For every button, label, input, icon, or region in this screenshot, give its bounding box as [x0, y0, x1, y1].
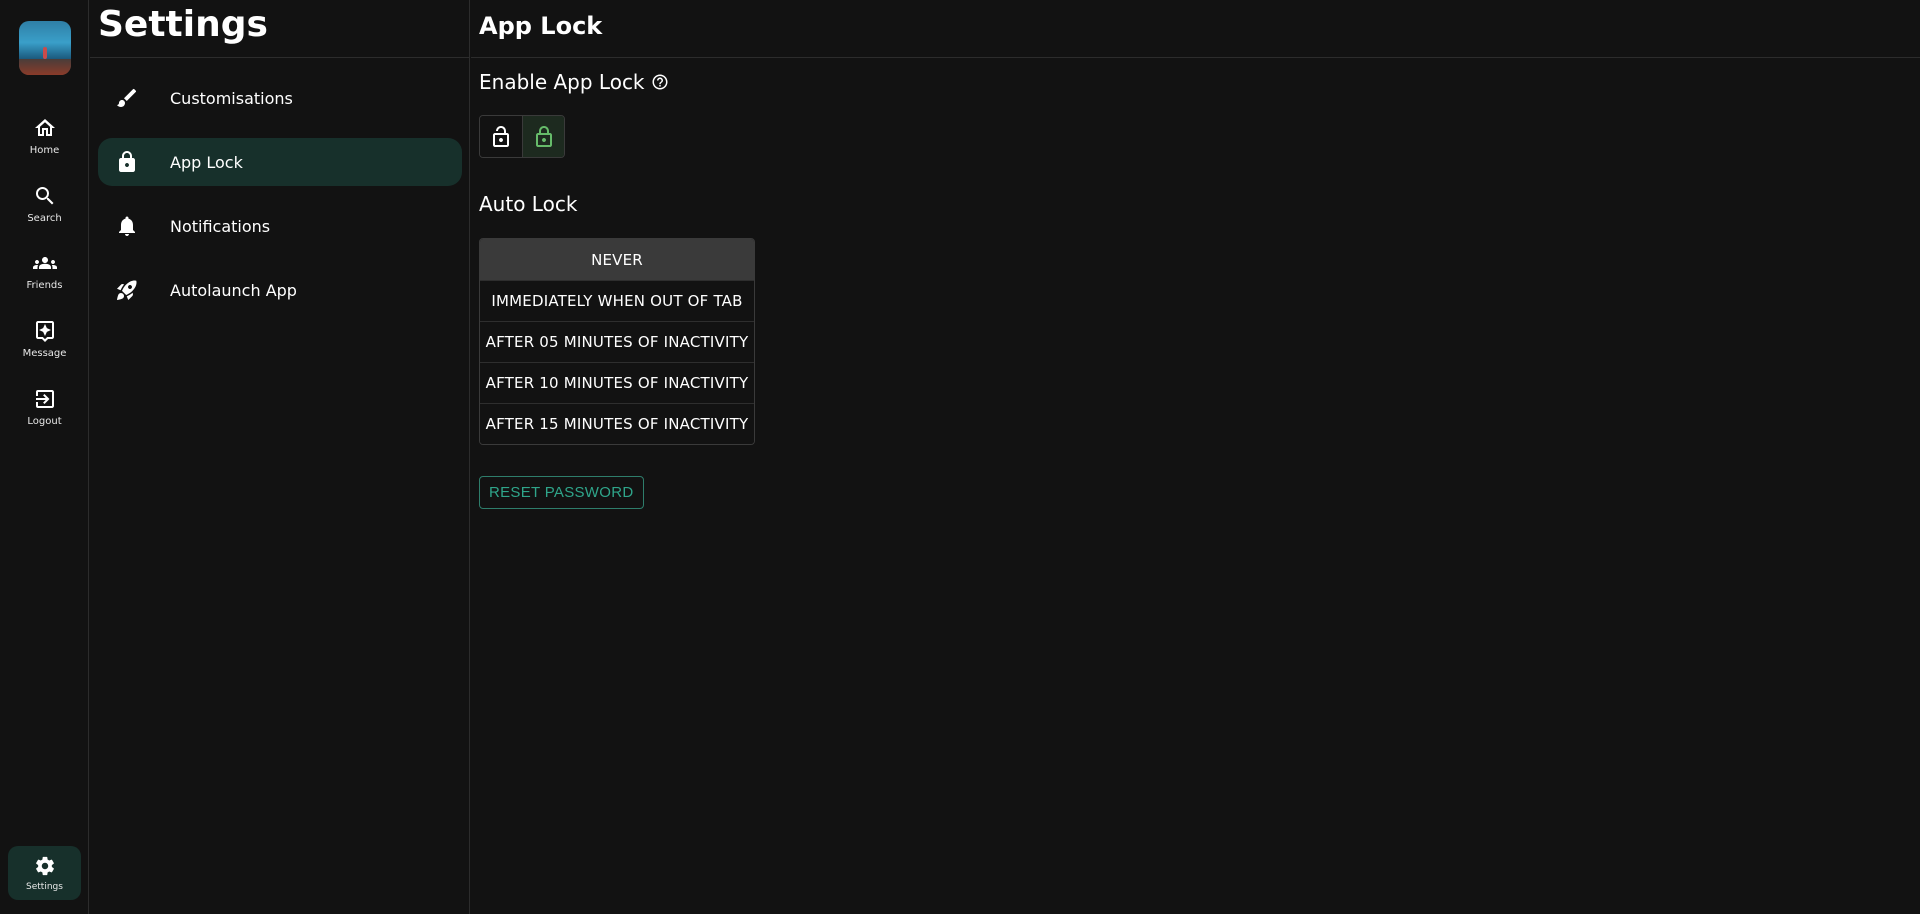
rail-item-logout[interactable]: Logout	[8, 377, 81, 437]
rail-label-search: Search	[27, 213, 62, 224]
rail-label-logout: Logout	[27, 416, 62, 427]
nav-rail: Home Search Friends Message Logout Setti…	[0, 0, 89, 914]
rail-item-home[interactable]: Home	[8, 106, 81, 166]
brush-icon	[98, 86, 156, 110]
enable-app-lock-heading: Enable App Lock	[479, 70, 669, 94]
unlock-toggle-button[interactable]	[480, 116, 522, 157]
menu-item-customisations[interactable]: Customisations	[98, 74, 462, 122]
rocket-icon	[98, 278, 156, 302]
auto-lock-option-10-minutes[interactable]: AFTER 10 MINUTES OF INACTIVITY	[480, 362, 754, 403]
locked-icon	[535, 125, 552, 147]
rail-label-settings: Settings	[26, 881, 63, 892]
panel-title: App Lock	[479, 12, 603, 40]
auto-lock-options: NEVER IMMEDIATELY WHEN OUT OF TAB AFTER …	[479, 238, 755, 445]
rail-item-message[interactable]: Message	[8, 309, 81, 369]
menu-item-app-lock[interactable]: App Lock	[98, 138, 462, 186]
rail-label-friends: Friends	[26, 280, 63, 291]
avatar-figure	[43, 47, 47, 59]
friends-icon	[32, 257, 57, 269]
menu-item-autolaunch[interactable]: Autolaunch App	[98, 266, 462, 314]
menu-item-label: Customisations	[170, 88, 293, 108]
page-title: Settings	[98, 4, 268, 45]
auto-lock-heading: Auto Lock	[479, 192, 578, 216]
unlocked-icon	[493, 125, 509, 147]
gear-icon	[35, 856, 54, 875]
message-icon	[35, 321, 54, 342]
menu-item-label: Notifications	[170, 216, 271, 236]
lock-icon	[98, 150, 156, 174]
avatar[interactable]	[19, 21, 71, 75]
lock-toggle-button[interactable]	[522, 116, 564, 157]
rail-item-settings[interactable]: Settings	[8, 846, 81, 900]
auto-lock-option-5-minutes[interactable]: AFTER 05 MINUTES OF INACTIVITY	[480, 321, 754, 362]
app-lock-panel: App Lock Enable App Lock Auto Lock NEVER…	[471, 0, 1920, 914]
menu-item-notifications[interactable]: Notifications	[98, 202, 462, 250]
app-root: Home Search Friends Message Logout Setti…	[0, 0, 1920, 914]
logout-icon	[35, 390, 54, 408]
avatar-ground	[19, 59, 71, 75]
auto-lock-option-immediately[interactable]: IMMEDIATELY WHEN OUT OF TAB	[480, 280, 754, 321]
panel-divider	[471, 57, 1920, 58]
help-icon[interactable]	[651, 73, 669, 91]
rail-label-home: Home	[29, 145, 60, 156]
enable-app-lock-label: Enable App Lock	[479, 70, 645, 94]
menu-item-label: App Lock	[170, 152, 243, 172]
settings-menu: Settings Customisations App Lock Notific…	[90, 0, 470, 914]
auto-lock-option-never[interactable]: NEVER	[480, 239, 754, 280]
bell-icon	[98, 214, 156, 238]
app-lock-toggle	[479, 115, 565, 158]
rail-item-friends[interactable]: Friends	[8, 241, 81, 301]
rail-item-search[interactable]: Search	[8, 174, 81, 234]
home-icon	[34, 119, 55, 136]
menu-divider	[90, 57, 469, 58]
rail-label-message: Message	[22, 348, 67, 359]
search-icon	[35, 187, 53, 205]
menu-item-label: Autolaunch App	[170, 280, 297, 300]
reset-password-button[interactable]: RESET PASSWORD	[479, 476, 644, 509]
auto-lock-option-15-minutes[interactable]: AFTER 15 MINUTES OF INACTIVITY	[480, 403, 754, 444]
